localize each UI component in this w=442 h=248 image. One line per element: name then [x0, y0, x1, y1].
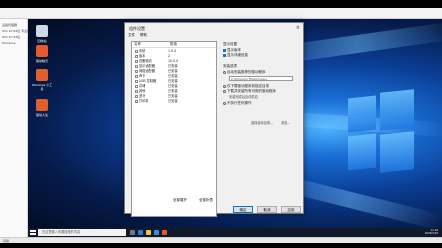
- close-icon[interactable]: ×: [296, 25, 300, 31]
- desktop-icon-label: 回收站: [37, 39, 47, 43]
- ok-button[interactable]: 确定: [233, 206, 253, 213]
- desktop-icon-label: Windows 小工具: [31, 83, 53, 91]
- radio-icon[interactable]: [223, 85, 226, 88]
- host-left-line[interactable]: Win 10 64位: [2, 35, 20, 39]
- expand-all-button[interactable]: 全部展开: [173, 197, 187, 204]
- component-tree[interactable]: 名称 数值 系统 1.0.0 版本 2 设备驱动 10.0.0 显示适配器 已安装 网络…: [131, 41, 217, 217]
- system-tray-clock[interactable]: 11:04 2020/3/18: [425, 229, 438, 235]
- collapse-all-button[interactable]: 全部折叠: [199, 197, 213, 204]
- host-left-panel: 设备管理器 Win 10 64位 专业版 Win 10 64位 Windows: [0, 19, 30, 237]
- desktop-icon-app[interactable]: 驱动人生: [31, 99, 53, 117]
- options-panel: 显示设置 显示版本 显示详细信息 安装选项 自动安装推荐的驱动程序 C:\Pro…: [223, 41, 301, 201]
- desktop-icon-recycle-bin[interactable]: 回收站: [31, 25, 53, 43]
- dialog-title: 组件设置: [129, 26, 145, 31]
- radio-do-nothing[interactable]: 不执行任何操作: [223, 101, 252, 106]
- host-status-text: 就绪: [3, 239, 10, 243]
- file-explorer-icon[interactable]: [146, 230, 151, 235]
- menu-item-help[interactable]: 帮助: [140, 33, 147, 39]
- tree-row[interactable]: 打印机 已安装: [132, 98, 216, 103]
- desktop-icon-label: 驱动人生: [35, 113, 48, 117]
- radio-icon[interactable]: [223, 102, 226, 105]
- tree-header-name[interactable]: 名称: [132, 42, 168, 47]
- app-icon: [36, 99, 48, 111]
- browse-link[interactable]: 浏览...: [281, 120, 290, 125]
- cancel-button[interactable]: 取消: [257, 206, 277, 213]
- windows-logo-pane: [380, 131, 414, 173]
- taskbar: 在这里输入你要搜索的内容 11:04 2020/3/18: [28, 228, 442, 237]
- tray-date: 2020/3/18: [424, 232, 438, 235]
- checkbox-show-details[interactable]: 显示详细信息: [223, 53, 248, 58]
- windows-logo-pane: [348, 133, 376, 171]
- expand-icon[interactable]: [135, 99, 138, 103]
- choose-target-link[interactable]: 选择目标目录...: [251, 120, 273, 125]
- app-icon: [36, 45, 48, 57]
- host-left-line[interactable]: Win 10 64位 专业版: [2, 29, 30, 33]
- reboot-option-label: 安装完成后自动重启: [229, 95, 258, 99]
- taskbar-search-input[interactable]: 在这里输入你要搜索的内容: [38, 229, 126, 236]
- windows-logo-pane: [348, 95, 376, 133]
- screen: 设备管理器 Win 10 64位 专业版 Win 10 64位 Windows …: [0, 0, 442, 248]
- app-icon: [36, 69, 48, 81]
- host-left-line[interactable]: Windows: [2, 41, 15, 45]
- radio-icon[interactable]: [223, 90, 226, 93]
- settings-dialog: 组件设置 × 文件 帮助 名称 数值 系统 1.0.0 版本 2 设备驱动 10.0.…: [124, 22, 304, 217]
- desktop-icon-label: 驱动精灵: [35, 59, 48, 63]
- radio-auto-install[interactable]: 自动安装推荐的驱动程序: [223, 70, 266, 75]
- windows-start-icon[interactable]: [30, 229, 36, 236]
- edge-browser-icon[interactable]: [138, 230, 143, 235]
- group-title-install: 安装选项: [223, 64, 237, 68]
- group-title-display: 显示设置: [223, 42, 237, 46]
- dialog-menu-bar: 文件 帮助: [128, 33, 147, 39]
- checkbox-icon[interactable]: [223, 54, 226, 57]
- tree-header-value[interactable]: 数值: [168, 42, 216, 47]
- host-left-line[interactable]: 设备管理器: [2, 23, 17, 27]
- app-taskbar-icon[interactable]: [162, 230, 167, 235]
- menu-item-file[interactable]: 文件: [128, 33, 135, 39]
- radio-icon[interactable]: [223, 71, 226, 74]
- recycle-bin-icon: [36, 25, 48, 37]
- desktop-icon-app[interactable]: 驱动精灵: [31, 45, 53, 63]
- task-view-icon[interactable]: [130, 230, 135, 235]
- host-status-bar: 就绪: [0, 237, 442, 243]
- checkbox-icon[interactable]: [223, 49, 226, 52]
- store-icon[interactable]: [154, 230, 159, 235]
- install-path-field[interactable]: C:\Program Files\Drivers: [229, 76, 293, 81]
- host-window-titlebar: [0, 8, 442, 19]
- windows-logo-pane: [380, 89, 414, 131]
- desktop-icon-app[interactable]: Windows 小工具: [31, 69, 53, 91]
- apply-button[interactable]: 应用: [281, 206, 301, 213]
